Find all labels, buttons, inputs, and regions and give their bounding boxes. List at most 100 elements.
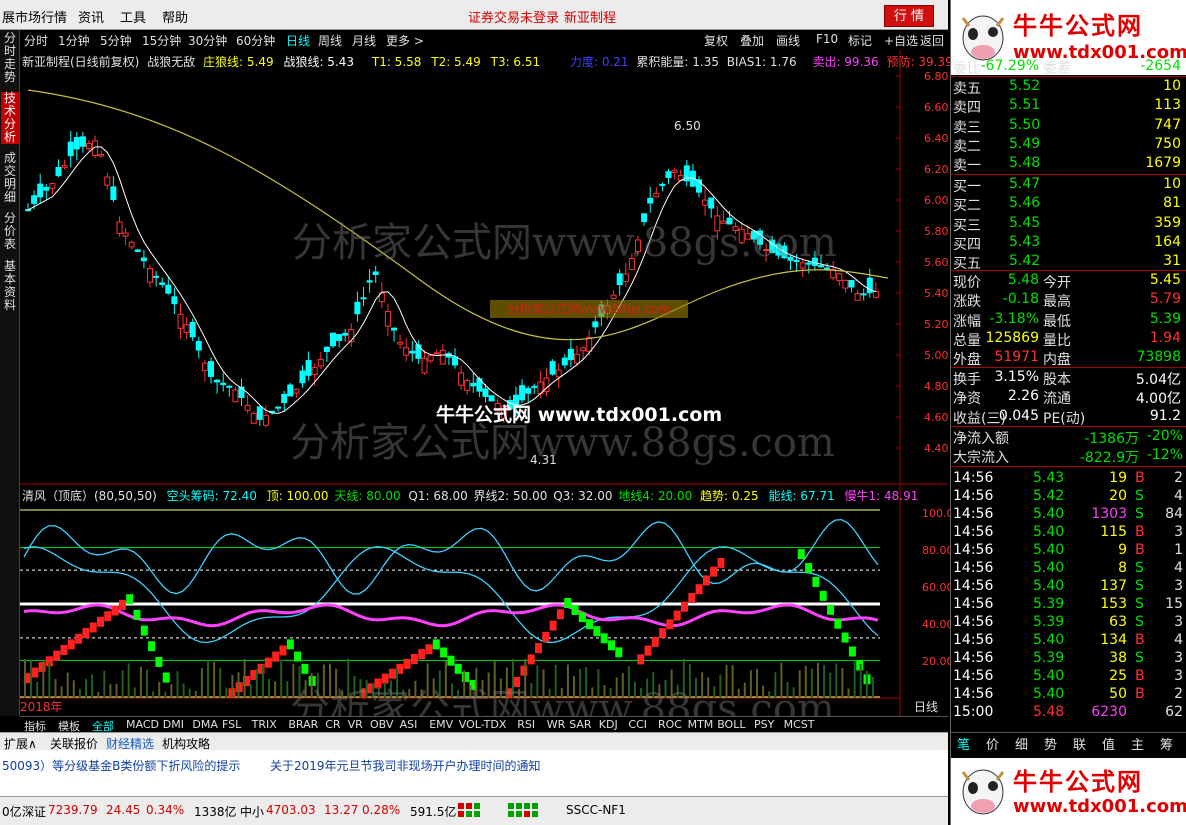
quote-tab[interactable]: 细 [1015, 734, 1028, 753]
bid-volume: 359 [1154, 214, 1181, 231]
ad-banner-bottom[interactable]: 牛牛公式网 www.tdx001.com [951, 758, 1186, 825]
quote-rows: 委比 -67.29% 委差 -2654 卖五 5.52 10 卖四 5.51 113 卖三 5.50 7… [951, 0, 1186, 732]
indicator-tab[interactable]: ASI [400, 718, 418, 731]
ask-volume: 10 [1163, 78, 1181, 94]
tick-volume: 9 [1118, 542, 1127, 558]
menu-tools[interactable]: 工具 [120, 7, 146, 26]
sub-ind-d: Q1: 68.00 [408, 489, 468, 503]
tab-trade-detail[interactable]: 成交明细 [1, 152, 19, 204]
tab-timeshare[interactable]: 分时走势 [1, 32, 19, 84]
period-month[interactable]: 月线 [352, 32, 376, 49]
chart-area[interactable]: 新亚制程(日线前复权) 战狼无敌 庄狼线: 5.49 战狼线: 5.43 T1:… [20, 50, 954, 732]
period-more[interactable]: 更多 > [386, 32, 424, 49]
indicator-tab[interactable]: MCST [784, 718, 815, 731]
period-1m[interactable]: 1分钟 [58, 32, 90, 49]
ind-bias1: BIAS1: 1.76 [726, 55, 797, 69]
indicator-tab[interactable]: ROC [658, 718, 682, 731]
period-15m[interactable]: 15分钟 [142, 32, 181, 49]
kline-chart[interactable] [20, 50, 948, 716]
tick-price: 5.40 [1033, 506, 1065, 522]
indicator-tab[interactable]: PSY [754, 718, 774, 731]
value: -67.29% [980, 58, 1039, 74]
tick-count: 2 [1174, 470, 1183, 486]
draw-button[interactable]: 画线 [776, 32, 800, 49]
quote-tab[interactable]: 联 [1073, 734, 1086, 753]
label: 涨跌 [953, 294, 981, 311]
stat2-row: 净资 2.26 流通 4.00亿 [951, 388, 1186, 407]
indicator-tab[interactable]: MACD [126, 718, 159, 731]
indicator-tab[interactable]: MTM [688, 718, 714, 731]
tick-volume: 20 [1109, 488, 1127, 504]
period-bar: 分时 1分钟 5分钟 15分钟 30分钟 60分钟 日线 周线 月线 更多 > … [20, 30, 948, 50]
period-5m[interactable]: 5分钟 [100, 32, 132, 49]
tick-side: S [1135, 614, 1144, 630]
indicator-tab[interactable]: SAR [569, 718, 591, 731]
value: 5.45 [1149, 272, 1181, 288]
tick-time: 14:56 [953, 506, 994, 522]
period-day[interactable]: 日线 [286, 32, 310, 49]
quote-tab[interactable]: 价 [986, 734, 999, 753]
indicator-tab[interactable]: CR [325, 718, 340, 731]
menu-market[interactable]: 展市场行情 [2, 7, 67, 26]
add-favorite-button[interactable]: +自选 [884, 32, 918, 49]
period-timeshare[interactable]: 分时 [24, 32, 48, 49]
indicator-tab[interactable]: BRAR [288, 718, 318, 731]
quote-tab[interactable]: 主 [1131, 734, 1144, 753]
news-item-2[interactable]: 关于2019年元旦节我司非现场开户办理时间的通知 [270, 757, 541, 774]
indicator-tab[interactable]: VR [348, 718, 363, 731]
quote-tab[interactable]: 筹 [1160, 734, 1173, 753]
period-30m[interactable]: 30分钟 [188, 32, 227, 49]
quote-tab[interactable]: 笔 [957, 734, 970, 753]
indicator-tab[interactable]: DMA [192, 718, 218, 731]
quote-panel: 牛牛公式网 www.tdx001.com 委比 -67.29% 委差 -2654 卖五 5… [950, 0, 1186, 825]
indicator-tab[interactable]: KDJ [599, 718, 618, 731]
quote-tab[interactable]: 势 [1044, 734, 1057, 753]
tick-count: 3 [1174, 650, 1183, 666]
indicator-tab[interactable]: VOL-TDX [459, 718, 507, 731]
price-axis: 6.80 6.60 6.40 6.20 6.00 5.80 5.60 5.40 5.20 5.00… [920, 50, 949, 490]
ind-zhanlang: 战狼线: 5.43 [283, 55, 355, 69]
status-sz-change: 24.45 [106, 803, 141, 817]
value: 91.2 [1149, 407, 1181, 424]
indicator-tab[interactable]: BOLL [717, 718, 745, 731]
news-item-1[interactable]: 50093）等分级基金B类份额下折风险的提示 [2, 757, 240, 774]
tab-technical[interactable]: 技术分析 [1, 92, 19, 144]
divider [951, 76, 1186, 77]
indicator-tab[interactable]: RSI [517, 718, 535, 731]
ind-t1: T1: 5.58 [371, 55, 422, 69]
mark-button[interactable]: 标记 [848, 32, 872, 49]
tick-count: 3 [1174, 668, 1183, 684]
menu-help[interactable]: 帮助 [162, 7, 188, 26]
tick-price: 5.48 [1033, 704, 1065, 720]
indicator-tab[interactable]: CCI [628, 718, 647, 731]
indicator-tab[interactable]: WR [547, 718, 566, 731]
indicator-tab[interactable]: TRIX [252, 718, 277, 731]
sub-ind-h: 趋势: 0.25 [700, 489, 759, 503]
overlay-button[interactable]: 叠加 [740, 32, 764, 49]
indicator-tab[interactable]: OBV [370, 718, 393, 731]
period-week[interactable]: 周线 [318, 32, 342, 49]
bid-row: 买四 5.43 164 [951, 234, 1186, 253]
tick-volume: 25 [1109, 668, 1127, 684]
quote-button[interactable]: 行 情 [884, 5, 934, 27]
indicator-tab[interactable]: EMV [429, 718, 453, 731]
indicator-tab[interactable]: DMI [163, 718, 184, 731]
tab-fundamentals[interactable]: 基本资料 [1, 260, 19, 312]
tick-side: B [1135, 686, 1145, 702]
menu-news[interactable]: 资讯 [78, 7, 104, 26]
tick-price: 5.40 [1033, 578, 1065, 594]
login-warning[interactable]: 证券交易未登录 [468, 7, 559, 26]
restore-right-button[interactable]: 复权 [704, 32, 728, 49]
bid-row: 买五 5.42 31 [951, 253, 1186, 272]
stat2-row: 换手 3.15% 股本 5.04亿 [951, 369, 1186, 388]
tick-row: 14:56 5.39 153 S 15 [951, 596, 1186, 614]
ask-row: 卖一 5.48 1679 [951, 155, 1186, 174]
quote-tab[interactable]: 值 [1102, 734, 1115, 753]
indicator-tab[interactable]: FSL [222, 718, 241, 731]
back-button[interactable]: 返回 [920, 32, 944, 49]
f10-button[interactable]: F10 [816, 32, 838, 46]
tab-price-table[interactable]: 分价表 [1, 212, 19, 251]
tick-time: 14:56 [953, 524, 994, 540]
ask-price: 5.51 [1009, 97, 1041, 114]
period-60m[interactable]: 60分钟 [236, 32, 275, 49]
